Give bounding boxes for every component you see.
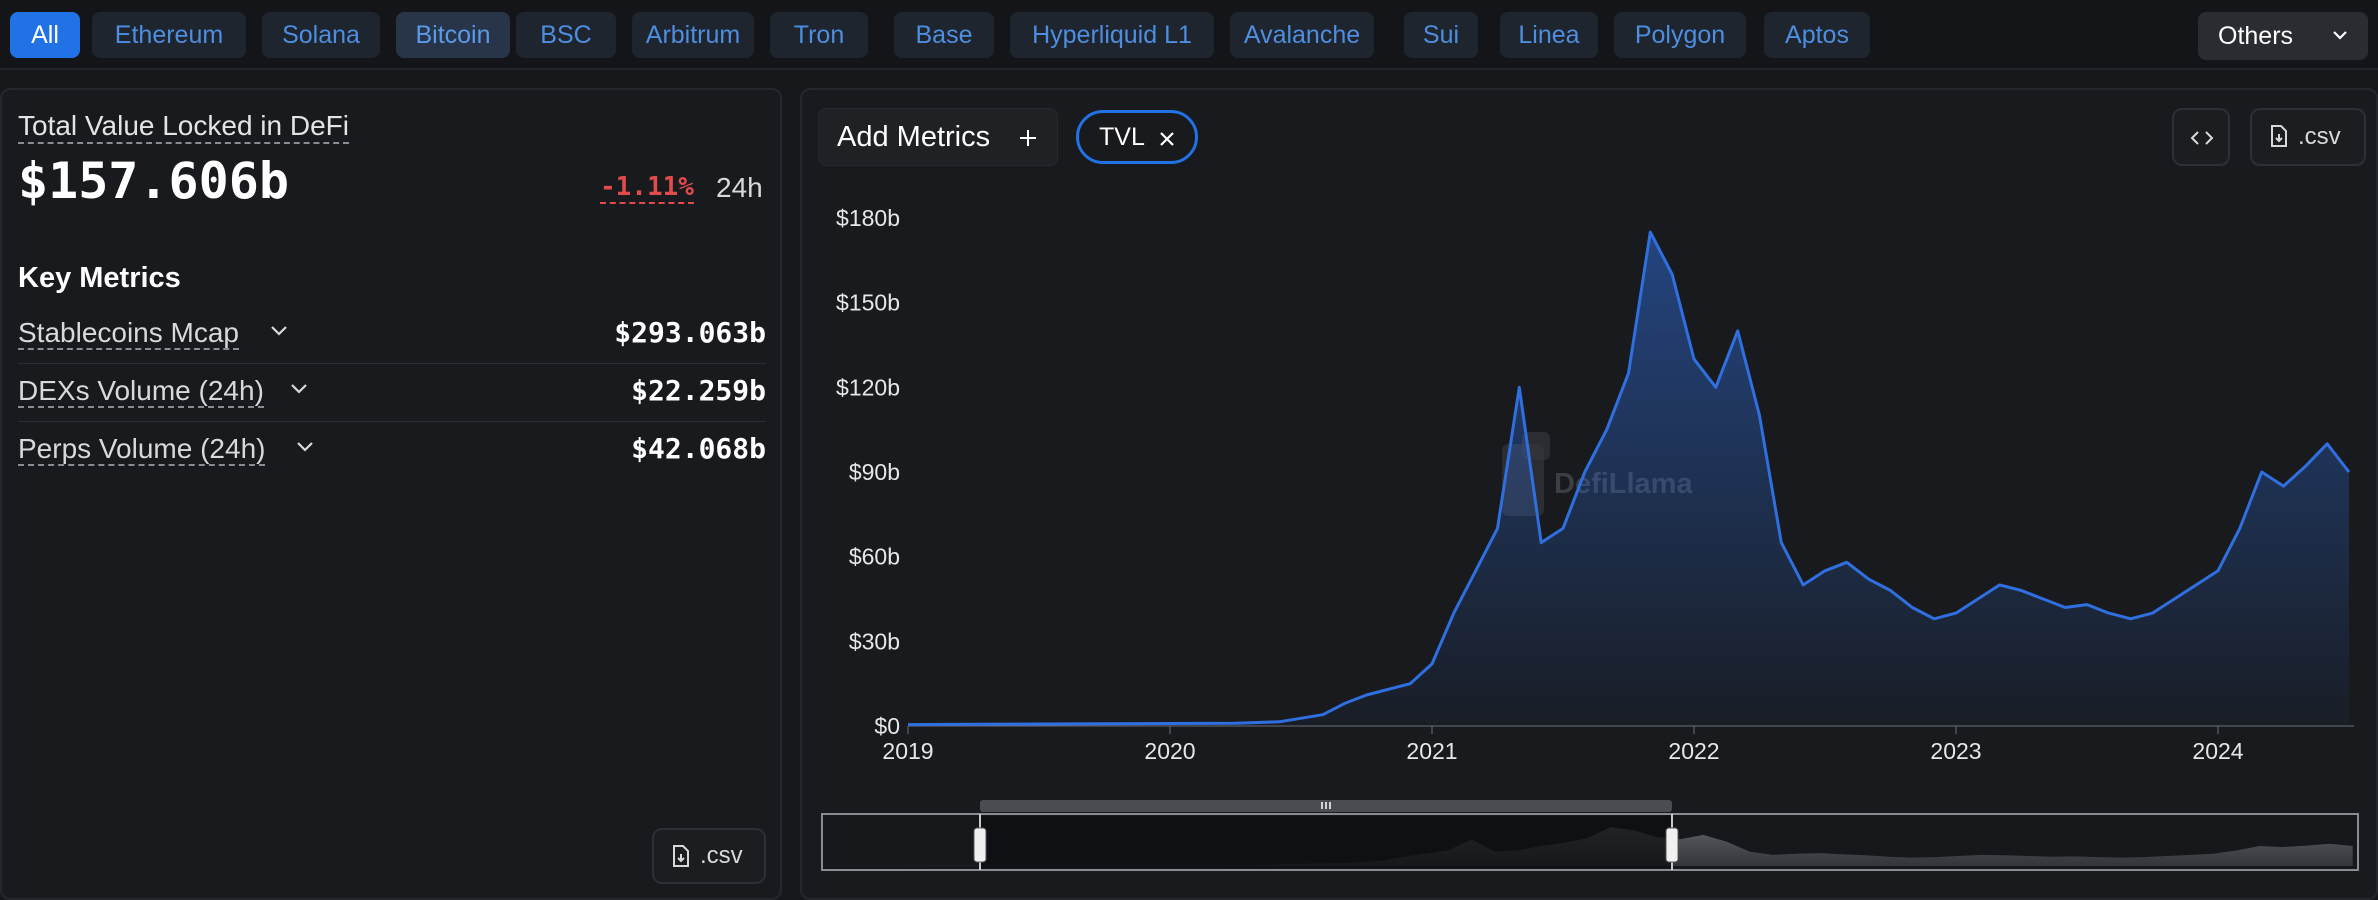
chain-tab-arbitrum[interactable]: Arbitrum: [632, 12, 754, 58]
chevron-down-icon[interactable]: [270, 325, 288, 337]
range-navigator[interactable]: [821, 800, 2359, 871]
chain-tab-base[interactable]: Base: [894, 12, 994, 58]
y-tick-label: $0: [874, 713, 900, 739]
chain-tab-all[interactable]: All: [10, 12, 80, 58]
summary-csv-button[interactable]: .csv: [652, 828, 766, 884]
navigator-selection[interactable]: [980, 816, 1672, 868]
key-metrics-heading: Key Metrics: [18, 262, 181, 294]
plus-icon: [1020, 130, 1036, 146]
chain-tab-solana[interactable]: Solana: [262, 12, 380, 58]
chain-tab-polygon[interactable]: Polygon: [1614, 12, 1746, 58]
chart-panel: $0 $30b $60b $90b $120b $150b $180b 2019 2020 202…: [800, 88, 2378, 900]
y-tick-label: $60b: [849, 544, 900, 570]
x-tick-label: 2021: [1406, 738, 1457, 764]
close-icon[interactable]: [1159, 131, 1175, 147]
navigator-handle[interactable]: [1665, 827, 1679, 863]
tvl-summary-panel: Total Value Locked in DeFi $157.606b -1.…: [0, 88, 782, 900]
chain-tab-bsc[interactable]: BSC: [516, 12, 616, 58]
x-tick-label: 2019: [882, 738, 933, 764]
y-tick-label: $120b: [836, 374, 900, 400]
download-file-icon: [2271, 125, 2287, 147]
add-metrics-button[interactable]: Add Metrics: [818, 108, 1058, 166]
chart-csv-button[interactable]: .csv: [2250, 108, 2366, 166]
chain-tab-hyperliquid-l1[interactable]: Hyperliquid L1: [1010, 12, 1214, 58]
chain-tab-avalanche[interactable]: Avalanche: [1230, 12, 1374, 58]
chevron-down-icon: [2333, 31, 2347, 40]
download-file-icon: [673, 845, 689, 867]
chain-tab-aptos[interactable]: Aptos: [1764, 12, 1870, 58]
metric-value: $293.063b: [614, 316, 766, 349]
csv-label: .csv: [700, 842, 743, 869]
code-icon: [2190, 131, 2214, 145]
y-tick-label: $30b: [849, 628, 900, 654]
others-dropdown[interactable]: Others: [2198, 12, 2368, 60]
metric-label[interactable]: DEXs Volume (24h): [18, 376, 264, 408]
chain-tab-sui[interactable]: Sui: [1404, 12, 1478, 58]
metric-value: $42.068b: [631, 432, 766, 465]
chevron-down-icon[interactable]: [290, 383, 308, 395]
chevron-down-icon[interactable]: [296, 441, 314, 453]
metric-value: $22.259b: [631, 374, 766, 407]
chain-tab-tron[interactable]: Tron: [770, 12, 868, 58]
chain-tab-ethereum[interactable]: Ethereum: [92, 12, 246, 58]
x-tick-label: 2022: [1668, 738, 1719, 764]
tvl-chart[interactable]: $0 $30b $60b $90b $120b $150b $180b 2019 2020 202…: [802, 90, 2378, 900]
x-tick-label: 2024: [2192, 738, 2243, 764]
others-label: Others: [2218, 22, 2294, 50]
y-tick-label: $150b: [836, 290, 900, 316]
chain-selector-bar: All Ethereum Solana Bitcoin BSC Arbitrum Tron B…: [0, 0, 2378, 70]
x-tick-label: 2023: [1930, 738, 1981, 764]
tvl-area: [908, 232, 2349, 726]
y-tick-label: $180b: [836, 205, 900, 231]
chain-tab-linea[interactable]: Linea: [1500, 12, 1598, 58]
tvl-chip-label: TVL: [1099, 123, 1145, 151]
tvl-metric-chip[interactable]: TVL: [1076, 110, 1198, 164]
chain-tab-bitcoin[interactable]: Bitcoin: [396, 12, 510, 58]
metric-label[interactable]: Perps Volume (24h): [18, 434, 266, 466]
tvl-change[interactable]: -1.11%: [600, 172, 694, 204]
tvl-title[interactable]: Total Value Locked in DeFi: [18, 110, 349, 144]
navigator-handle[interactable]: [973, 827, 987, 863]
metric-row-dexs-volume[interactable]: DEXs Volume (24h) $22.259b: [18, 364, 766, 422]
x-tick-label: 2020: [1144, 738, 1195, 764]
embed-code-button[interactable]: [2172, 108, 2230, 166]
tvl-value: $157.606b: [18, 152, 289, 210]
csv-label: .csv: [2298, 123, 2341, 150]
y-tick-label: $90b: [849, 459, 900, 485]
metric-row-stablecoins[interactable]: Stablecoins Mcap $293.063b: [18, 306, 766, 364]
tvl-change-period: 24h: [716, 172, 763, 203]
metric-row-perps-volume[interactable]: Perps Volume (24h) $42.068b: [18, 422, 766, 480]
metric-label[interactable]: Stablecoins Mcap: [18, 318, 240, 350]
add-metrics-label: Add Metrics: [837, 121, 991, 153]
